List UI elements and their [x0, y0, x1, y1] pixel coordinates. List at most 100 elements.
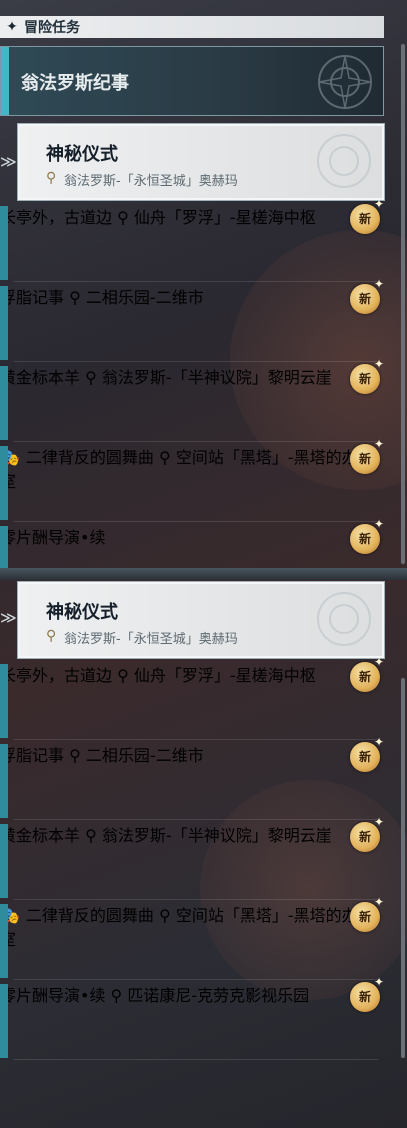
new-badge: 新 ✦: [350, 518, 384, 554]
quest-location: 翁法罗斯-「半神议院」黎明云崖: [101, 826, 332, 845]
sparkle-icon: ✦: [373, 517, 384, 531]
quest-row-bar: [0, 904, 8, 978]
new-badge: 新 ✦: [350, 816, 384, 852]
location-pin-icon: ⚲: [46, 170, 57, 186]
quest-location: 匹诺康尼-克劳克影视乐园: [127, 986, 310, 1005]
sparkle-icon: ✦: [373, 277, 384, 291]
sparkle-icon: ✦: [373, 895, 384, 909]
quest-row-partial[interactable]: 零片酬导演•续 新 ✦: [0, 518, 384, 570]
quest-name: 二律背反的圆舞曲: [25, 906, 154, 925]
quest-row-bar: [0, 744, 8, 818]
sparkle-icon: ✦: [373, 815, 384, 829]
new-badge-label: 新: [358, 990, 371, 1004]
quest-row[interactable]: 黄金标本羊 ⚲ 翁法罗斯-「半神议院」黎明云崖 新 ✦: [0, 816, 384, 900]
quest-row-bar: [0, 366, 8, 440]
row-divider: [14, 739, 378, 740]
sparkle-icon: ✦: [373, 655, 384, 669]
row-divider: [14, 281, 378, 282]
sparkle-icon: ✦: [373, 437, 384, 451]
quest-name: 黄金标本羊: [0, 826, 81, 845]
row-divider: [14, 819, 378, 820]
location-pin-icon: ⚲: [69, 288, 81, 307]
new-badge: 新 ✦: [350, 736, 384, 772]
new-badge: 新 ✦: [350, 278, 384, 314]
scrollbar[interactable]: [401, 678, 405, 1058]
quest-card-selected[interactable]: 神秘仪式 ⚲ 翁法罗斯-「永恒圣城」奥赫玛: [18, 582, 384, 658]
quest-name: 黄金标本羊: [0, 368, 81, 387]
category-tab-amphoreus[interactable]: 翁法罗斯纪事: [0, 46, 384, 116]
section-title: 冒险任务: [24, 20, 80, 36]
quest-name: 零片酬导演•续: [0, 528, 106, 547]
row-divider: [14, 361, 378, 362]
new-badge-label: 新: [358, 670, 371, 684]
quest-row[interactable]: 浮脂记事 ⚲ 二相乐园-二维市 新 ✦: [0, 278, 384, 362]
row-divider: [14, 1059, 378, 1060]
sparkle-icon: ✦: [373, 357, 384, 371]
quest-row[interactable]: 🎭 二律背反的圆舞曲 ⚲ 空间站「黑塔」-黑塔的办公室 新 ✦: [0, 896, 384, 980]
quest-row-bar: [0, 984, 8, 1058]
category-accent: [1, 47, 9, 115]
new-badge-label: 新: [358, 372, 371, 386]
quest-panel-bottom: ≫ 神秘仪式 ⚲ 翁法罗斯-「永恒圣城」奥赫玛 长亭外，古道边 ⚲ 仙舟「罗浮」…: [0, 578, 407, 1128]
quest-panel-top: ✦ 冒险任务 翁法罗斯纪事 ≫ 神秘仪式 ⚲ 翁法罗斯-「永恒圣城」奥赫玛 长亭…: [0, 0, 407, 570]
quest-location: 二相乐园-二维市: [85, 288, 204, 307]
quest-row[interactable]: 🎭 二律背反的圆舞曲 ⚲ 空间站「黑塔」-黑塔的办公室 新 ✦: [0, 438, 384, 522]
quest-card-selected[interactable]: 神秘仪式 ⚲ 翁法罗斯-「永恒圣城」奥赫玛: [18, 124, 384, 200]
location-pin-icon: ⚲: [85, 368, 97, 387]
quest-row[interactable]: 浮脂记事 ⚲ 二相乐园-二维市 新 ✦: [0, 736, 384, 820]
quest-row-bar: [0, 664, 8, 738]
new-badge: 新 ✦: [350, 438, 384, 474]
row-divider: [14, 521, 378, 522]
quest-row-bar: [0, 446, 8, 520]
category-label: 翁法罗斯纪事: [21, 73, 129, 94]
new-badge: 新 ✦: [350, 976, 384, 1012]
quest-row-bar: [0, 526, 8, 570]
quest-name: 浮脂记事: [0, 746, 65, 765]
location-pin-icon: ⚲: [159, 448, 171, 467]
new-badge: 新 ✦: [350, 358, 384, 394]
location-pin-icon: ⚲: [110, 986, 123, 1005]
quest-location: 二相乐园-二维市: [85, 746, 204, 765]
quest-name: 零片酬导演•续: [0, 986, 106, 1005]
quest-name: 神秘仪式: [46, 602, 118, 623]
row-divider: [14, 979, 378, 980]
new-badge: 新 ✦: [350, 198, 384, 234]
quest-name: 长亭外，古道边: [0, 666, 113, 685]
row-divider: [14, 441, 378, 442]
quest-location: 翁法罗斯-「永恒圣城」奥赫玛: [64, 174, 238, 189]
quest-name: 浮脂记事: [0, 288, 65, 307]
new-badge: 新 ✦: [350, 656, 384, 692]
quest-location: 仙舟「罗浮」-星槎海中枢: [133, 666, 316, 685]
location-pin-icon: ⚲: [85, 826, 97, 845]
new-badge-label: 新: [358, 830, 371, 844]
location-pin-icon: ⚲: [117, 208, 129, 227]
sparkle-icon: ✦: [373, 975, 384, 989]
sparkle-icon: ✦: [373, 735, 384, 749]
row-divider: [14, 899, 378, 900]
quest-row[interactable]: 零片酬导演•续 ⚲ 匹诺康尼-克劳克影视乐园 新 ✦: [0, 976, 384, 1060]
quest-location: 翁法罗斯-「永恒圣城」奥赫玛: [64, 632, 238, 647]
diamond-icon: ✦: [6, 19, 18, 35]
new-badge: 新 ✦: [350, 896, 384, 932]
emblem-icon: [317, 134, 371, 188]
new-badge-label: 新: [358, 750, 371, 764]
sparkle-icon: ✦: [373, 197, 384, 211]
new-badge-label: 新: [358, 910, 371, 924]
new-badge-label: 新: [358, 452, 371, 466]
selected-arrow-icon: ≫: [0, 152, 17, 171]
emblem-icon: [317, 592, 371, 646]
quest-row[interactable]: 长亭外，古道边 ⚲ 仙舟「罗浮」-星槎海中枢 新 ✦: [0, 198, 384, 282]
quest-name-wrap: 🎭 二律背反的圆舞曲: [0, 906, 154, 925]
quest-location: 翁法罗斯-「半神议院」黎明云崖: [101, 368, 332, 387]
new-badge-label: 新: [358, 292, 371, 306]
location-pin-icon: ⚲: [69, 746, 81, 765]
new-badge-label: 新: [358, 212, 371, 226]
scrollbar[interactable]: [401, 44, 405, 564]
selected-arrow-icon: ≫: [0, 608, 17, 627]
quest-name: 二律背反的圆舞曲: [25, 448, 154, 467]
emblem-icon: [318, 55, 372, 109]
quest-row[interactable]: 长亭外，古道边 ⚲ 仙舟「罗浮」-星槎海中枢 新 ✦: [0, 656, 384, 740]
new-badge-label: 新: [358, 532, 371, 546]
quest-row[interactable]: 黄金标本羊 ⚲ 翁法罗斯-「半神议院」黎明云崖 新 ✦: [0, 358, 384, 442]
quest-location: 仙舟「罗浮」-星槎海中枢: [133, 208, 316, 227]
